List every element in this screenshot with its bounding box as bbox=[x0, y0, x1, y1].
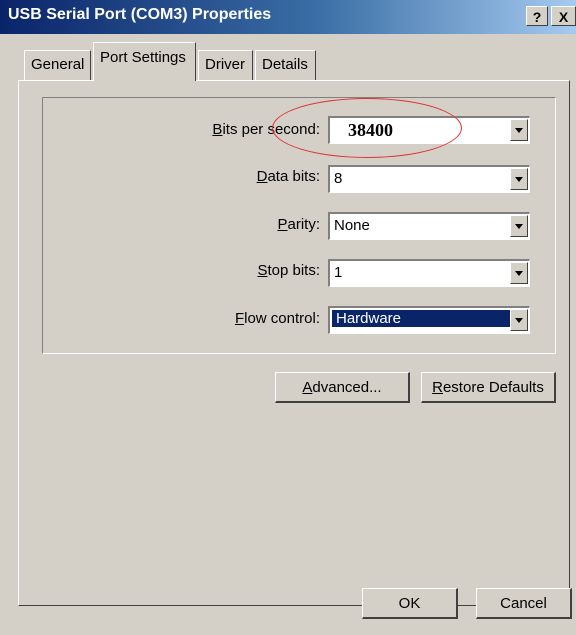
dropdown-arrow-icon[interactable] bbox=[510, 119, 528, 141]
flow-control-label: Flow control: bbox=[234, 310, 320, 327]
advanced-button[interactable]: Advanced... bbox=[275, 372, 410, 403]
dropdown-arrow-icon[interactable] bbox=[510, 168, 528, 190]
dropdown-arrow-icon[interactable] bbox=[510, 309, 528, 331]
stop-bits-value: 1 bbox=[334, 264, 343, 281]
data-bits-label: Data bits: bbox=[256, 168, 320, 185]
tab-driver[interactable]: Driver bbox=[198, 50, 253, 80]
data-bits-dropdown[interactable]: 8 bbox=[328, 165, 530, 193]
flow-control-dropdown[interactable]: Hardware bbox=[328, 306, 530, 334]
parity-dropdown[interactable]: None bbox=[328, 212, 530, 240]
data-bits-value: 8 bbox=[334, 170, 343, 187]
dropdown-arrow-icon[interactable] bbox=[510, 215, 528, 237]
window-title: USB Serial Port (COM3) Properties bbox=[8, 6, 272, 23]
cancel-button[interactable]: Cancel bbox=[476, 588, 572, 619]
bits-per-second-value: 38400 bbox=[348, 120, 393, 140]
bits-per-second-dropdown[interactable]: 38400 bbox=[328, 116, 530, 144]
bits-per-second-label: Bits per second: bbox=[212, 121, 320, 138]
dropdown-arrow-icon[interactable] bbox=[510, 262, 528, 284]
parity-label: Parity: bbox=[277, 216, 320, 233]
stop-bits-label: Stop bits: bbox=[257, 262, 320, 279]
tab-details[interactable]: Details bbox=[255, 50, 316, 80]
flow-control-value: Hardware bbox=[332, 310, 510, 327]
properties-dialog: USB Serial Port (COM3) Properties ? X Ge… bbox=[0, 0, 576, 635]
tab-port-settings[interactable]: Port Settings bbox=[93, 42, 196, 81]
help-button[interactable]: ? bbox=[526, 6, 548, 26]
stop-bits-dropdown[interactable]: 1 bbox=[328, 259, 530, 287]
close-button[interactable]: X bbox=[551, 6, 576, 26]
parity-value: None bbox=[334, 217, 370, 234]
title-bar[interactable]: USB Serial Port (COM3) Properties ? X bbox=[0, 0, 576, 34]
ok-button[interactable]: OK bbox=[362, 588, 458, 619]
restore-defaults-button[interactable]: Restore Defaults bbox=[421, 372, 556, 403]
tab-general[interactable]: General bbox=[24, 50, 91, 80]
